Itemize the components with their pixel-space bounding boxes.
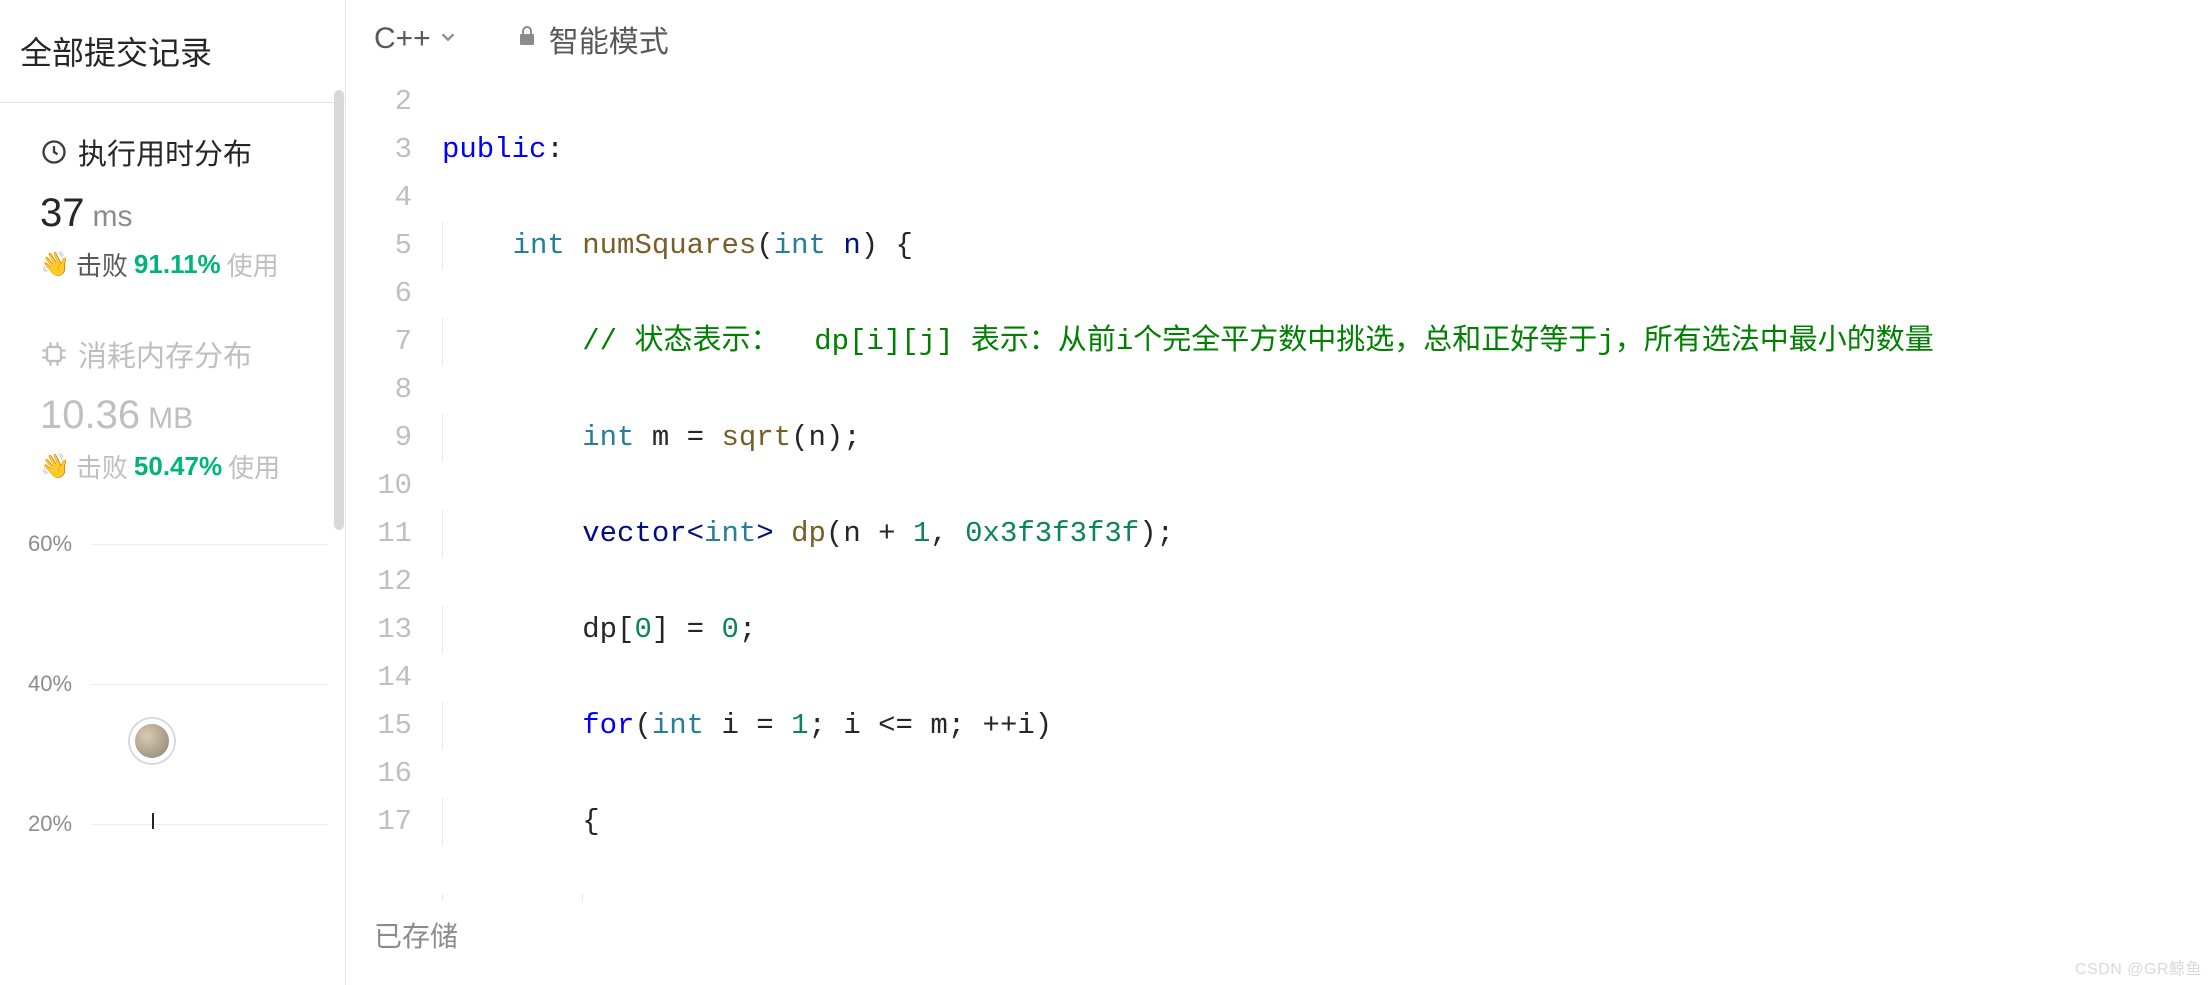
runtime-beat: 👋 击败 91.11% 使用 — [40, 246, 325, 283]
line-number: 8 — [346, 366, 412, 414]
sidebar-scrollbar-thumb[interactable] — [334, 90, 344, 530]
memory-value: 10.36 MB — [40, 393, 325, 438]
mode-label: 智能模式 — [549, 17, 669, 61]
sidebar-header: 全部提交记录 — [0, 0, 345, 103]
line-number: 3 — [346, 126, 412, 174]
language-selector[interactable]: C++ — [374, 22, 459, 56]
chevron-down-icon — [437, 22, 459, 56]
line-number: 12 — [346, 558, 412, 606]
runtime-number: 37 — [40, 191, 85, 236]
chart-point[interactable] — [130, 719, 174, 763]
runtime-value: 37 ms — [40, 191, 325, 236]
runtime-label-text: 执行用时分布 — [78, 131, 252, 173]
line-number: 15 — [346, 702, 412, 750]
clap-icon: 👋 — [40, 253, 70, 277]
line-number: 10 — [346, 462, 412, 510]
line-number: 7 — [346, 318, 412, 366]
y-tick-40: 40% — [28, 671, 90, 697]
editor-pane: C++ 智能模式 2 3 4 5 6 7 8 9 — [346, 0, 2212, 985]
runtime-beat-pct: 91.11% — [134, 249, 221, 280]
memory-beat-suffix: 使用 — [228, 448, 280, 485]
code-line: vector<int> dp(n + 1, 0x3f3f3f3f); — [442, 510, 2212, 558]
status-text: 已存储 — [374, 921, 458, 952]
editor-toolbar: C++ 智能模式 — [346, 0, 2212, 78]
memory-block: 消耗内存分布 10.36 MB 👋 击败 50.47% 使用 — [0, 293, 345, 495]
memory-beat-label: 击败 — [76, 448, 128, 485]
code-line: int numSquares(int n) { — [442, 222, 2212, 270]
code-line: // 状态表示： dp[i][j] 表示：从前i个完全平方数中挑选，总和正好等于… — [442, 318, 2212, 366]
code-line: dp[0] = 0; — [442, 606, 2212, 654]
line-number: 5 — [346, 222, 412, 270]
runtime-chart: 60% 40% 20% — [0, 521, 345, 821]
sidebar: 全部提交记录 执行用时分布 37 ms 👋 击败 91.11% 使用 — [0, 0, 346, 985]
line-number: 11 — [346, 510, 412, 558]
line-number: 16 — [346, 750, 412, 798]
line-number: 17 — [346, 798, 412, 846]
code-line: for(int j = i * i; j <= n; ++j) — [442, 894, 2212, 901]
sidebar-scrollbar[interactable] — [333, 90, 345, 650]
runtime-block: 执行用时分布 37 ms 👋 击败 91.11% 使用 — [0, 103, 345, 293]
code-lines[interactable]: public: int numSquares(int n) { // 状态表示：… — [442, 78, 2212, 901]
clap-icon: 👋 — [40, 455, 70, 479]
y-tick-20: 20% — [28, 811, 90, 837]
language-label: C++ — [374, 22, 431, 56]
line-number: 9 — [346, 414, 412, 462]
code-line: { — [442, 798, 2212, 846]
chip-icon — [40, 340, 68, 368]
editor-status: 已存储 — [346, 901, 2212, 985]
chart-x-marker — [152, 813, 154, 829]
lock-icon — [515, 22, 539, 56]
line-gutter: 2 3 4 5 6 7 8 9 10 11 12 13 14 15 16 17 — [346, 78, 442, 901]
runtime-beat-suffix: 使用 — [227, 246, 279, 283]
memory-unit: MB — [148, 402, 193, 436]
runtime-beat-label: 击败 — [76, 246, 128, 283]
mode-indicator[interactable]: 智能模式 — [515, 17, 669, 61]
sidebar-title: 全部提交记录 — [20, 28, 325, 74]
line-number: 6 — [346, 270, 412, 318]
line-number: 14 — [346, 654, 412, 702]
code-line: int m = sqrt(n); — [442, 414, 2212, 462]
memory-number: 10.36 — [40, 393, 140, 438]
code-editor[interactable]: 2 3 4 5 6 7 8 9 10 11 12 13 14 15 16 17 … — [346, 78, 2212, 901]
code-line: for(int i = 1; i <= m; ++i) — [442, 702, 2212, 750]
runtime-label: 执行用时分布 — [40, 131, 325, 173]
line-number: 4 — [346, 174, 412, 222]
memory-beat-pct: 50.47% — [134, 451, 222, 482]
clock-icon — [40, 138, 68, 166]
memory-label: 消耗内存分布 — [40, 333, 325, 375]
code-line: public: — [442, 126, 2212, 174]
line-number: 2 — [346, 78, 412, 126]
runtime-unit: ms — [93, 200, 133, 234]
line-number: 13 — [346, 606, 412, 654]
memory-beat: 👋 击败 50.47% 使用 — [40, 448, 325, 485]
memory-label-text: 消耗内存分布 — [78, 333, 252, 375]
watermark: CSDN @GR鲸鱼 — [2075, 955, 2202, 979]
y-tick-60: 60% — [28, 531, 90, 557]
